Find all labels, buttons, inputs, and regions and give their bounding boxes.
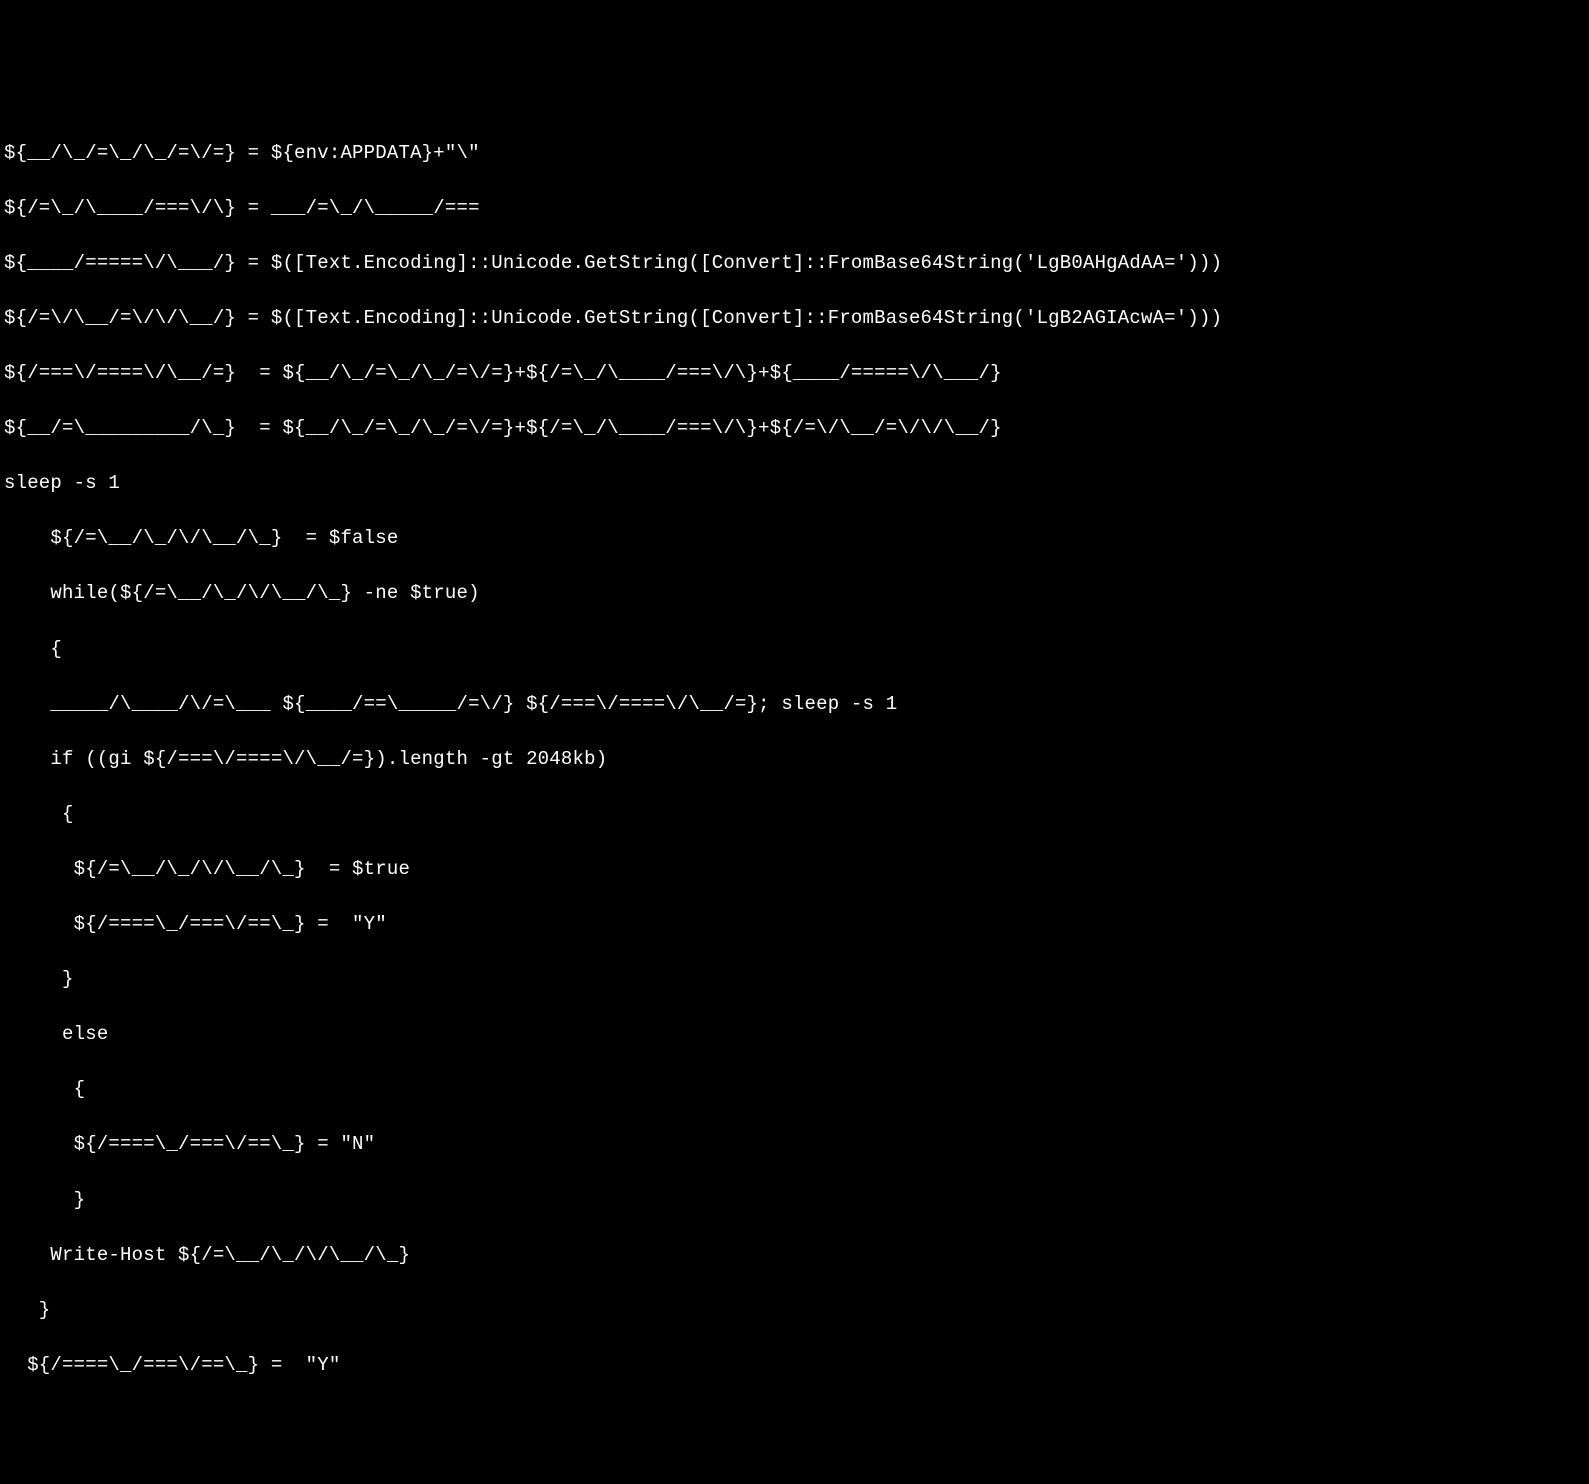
code-line: ${/=\_/\____/===\/\} = ___/=\_/\_____/==… bbox=[4, 195, 1585, 223]
code-line: { bbox=[4, 1076, 1585, 1104]
code-block: ${__/\_/=\_/\_/=\/=} = ${env:APPDATA}+"\… bbox=[4, 112, 1585, 1407]
code-line: ${/=\__/\_/\/\__/\_} = $true bbox=[4, 856, 1585, 884]
code-line: _____/\____/\/=\___ ${____/==\_____/=\/}… bbox=[4, 691, 1585, 719]
code-line: Write-Host ${/=\__/\_/\/\__/\_} bbox=[4, 1242, 1585, 1270]
code-line: else bbox=[4, 1021, 1585, 1049]
code-line: ${/====\_/===\/==\_} = "N" bbox=[4, 1131, 1585, 1159]
code-line: ${/====\_/===\/==\_} = "Y" bbox=[4, 1352, 1585, 1380]
code-line: ${/=\__/\_/\/\__/\_} = $false bbox=[4, 525, 1585, 553]
code-line: { bbox=[4, 636, 1585, 664]
code-line: ${__/\_/=\_/\_/=\/=} = ${env:APPDATA}+"\… bbox=[4, 140, 1585, 168]
code-line: ${/=\/\__/=\/\/\__/} = $([Text.Encoding]… bbox=[4, 305, 1585, 333]
code-line: ${__/=\_________/\_} = ${__/\_/=\_/\_/=\… bbox=[4, 415, 1585, 443]
code-line: { bbox=[4, 801, 1585, 829]
code-line: ${/===\/====\/\__/=} = ${__/\_/=\_/\_/=\… bbox=[4, 360, 1585, 388]
code-line: while(${/=\__/\_/\/\__/\_} -ne $true) bbox=[4, 580, 1585, 608]
code-line: } bbox=[4, 1297, 1585, 1325]
code-line: } bbox=[4, 1187, 1585, 1215]
code-line: ${____/=====\/\___/} = $([Text.Encoding]… bbox=[4, 250, 1585, 278]
code-line: if ((gi ${/===\/====\/\__/=}).length -gt… bbox=[4, 746, 1585, 774]
code-line: ${/====\_/===\/==\_} = "Y" bbox=[4, 911, 1585, 939]
code-line: sleep -s 1 bbox=[4, 470, 1585, 498]
code-line: } bbox=[4, 966, 1585, 994]
